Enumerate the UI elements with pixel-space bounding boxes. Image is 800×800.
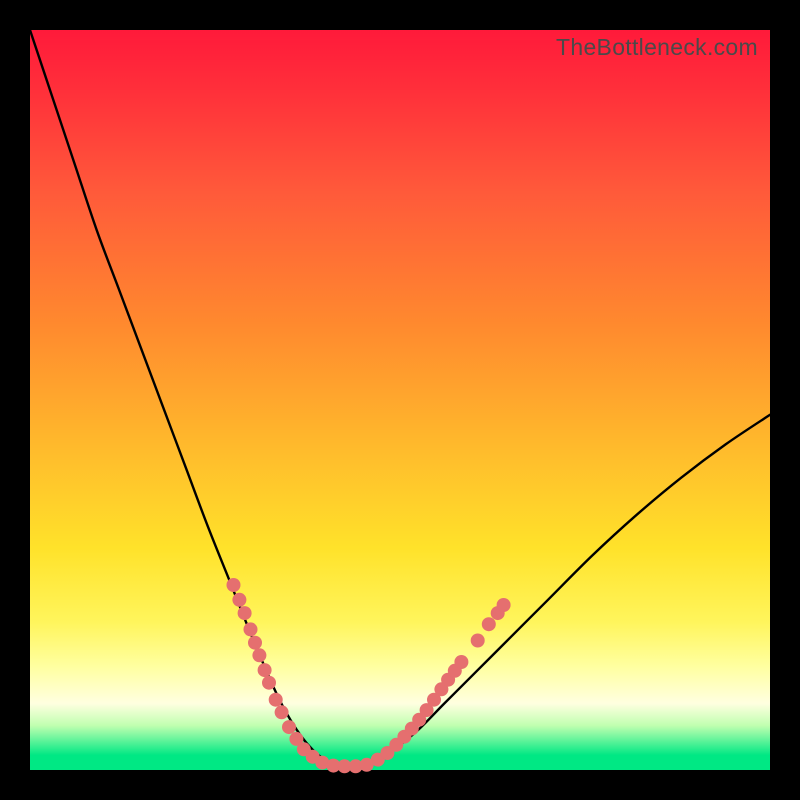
data-dot [282, 720, 296, 734]
data-dot [244, 622, 258, 636]
data-dot [232, 593, 246, 607]
data-dot [482, 617, 496, 631]
data-dot [238, 606, 252, 620]
data-dot [269, 693, 283, 707]
data-dot [227, 578, 241, 592]
data-dot [471, 634, 485, 648]
data-dot [252, 648, 266, 662]
data-dot [454, 655, 468, 669]
data-dot [275, 705, 289, 719]
data-dot [262, 676, 276, 690]
chart-svg [30, 30, 770, 770]
plot-area: TheBottleneck.com [30, 30, 770, 770]
data-dot [497, 598, 511, 612]
chart-frame: TheBottleneck.com [0, 0, 800, 800]
data-dot [248, 636, 262, 650]
bottleneck-curve [30, 30, 770, 767]
data-dot [258, 663, 272, 677]
